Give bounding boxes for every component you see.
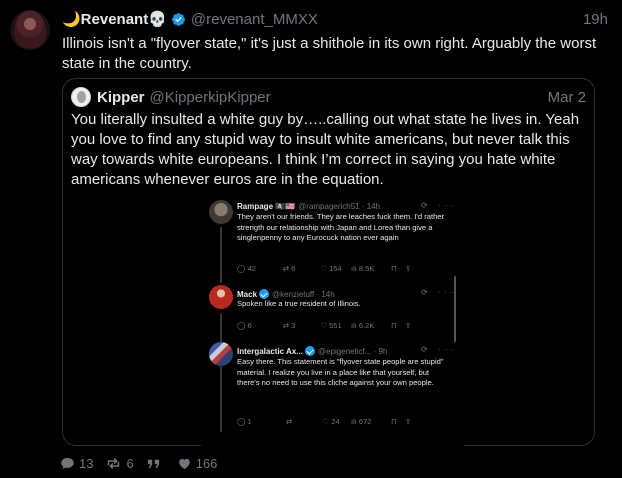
reply-handle: @kenzietuff · 14h (272, 289, 335, 299)
repost-count: 6 (126, 456, 134, 471)
reply-avatar (209, 342, 233, 366)
tweet-header: 🌙Revenant💀 @revenant_MMXX 19h (62, 10, 608, 29)
reply-name: Mack (237, 289, 258, 299)
quoted-tweet-card[interactable]: Kipper @KipperkipKipper Mar 2 You litera… (62, 78, 595, 447)
bookmark-icon: ⊓ (391, 417, 397, 426)
like-icon: ♡ 551 (320, 321, 342, 330)
reply-grok-more-icons: ⟳ ··· (421, 201, 458, 210)
quote-icon (147, 459, 159, 468)
tweet-text: Illinois isn't a "flyover state," it's j… (62, 35, 597, 72)
verified-badge-icon (259, 289, 270, 299)
reply-icon: ◯ 6 (237, 321, 252, 330)
reply-handle: @epigeneticf... · 9h (317, 346, 388, 356)
like-icon: ♡ 154 (320, 264, 342, 273)
reply-text: Easy there. This statement is "flyover s… (237, 357, 444, 388)
reply-header: Intergalactic Ax... @epigeneticf... · 9h (237, 346, 387, 356)
quoted-tweet-text: You literally insulted a white guy by…..… (71, 111, 580, 188)
share-icon: ⇪ (405, 417, 412, 426)
reply-grok-more-icons: ⟳ ··· (421, 345, 458, 354)
quote-button[interactable] (146, 456, 165, 471)
reply-handle: @rampagerich51 · 14h (298, 202, 381, 211)
like-icon (178, 458, 190, 470)
reply-actions: ◯ 6 ⇄ 3 ♡ 551 ılı 6.2K ⊓ ⇪ (237, 321, 457, 330)
quoted-tweet-timestamp: Mar 2 (547, 88, 586, 106)
author-display-name[interactable]: 🌙Revenant💀 (62, 10, 167, 28)
reply-actions: ◯ 1 ⇄ ♡ 24 ılı 672 ⊓ ⇪ (237, 417, 457, 426)
reply-avatar (209, 285, 233, 309)
reply-grok-more-icons: ⟳ ··· (421, 288, 458, 297)
author-avatar[interactable] (10, 10, 50, 50)
reply-icon: ◯ 1 (237, 417, 252, 426)
repost-icon: ⇄ 3 (282, 321, 296, 330)
share-icon: ⇪ (405, 321, 412, 330)
bookmark-icon: ⊓ (391, 321, 397, 330)
reply-avatar (209, 200, 233, 224)
quoted-author-display-name: Kipper (97, 88, 145, 106)
reply-actions: ◯ 42 ⇄ 6 ♡ 154 ılı 8.5K ⊓ ⇪ (237, 264, 457, 273)
repost-icon: ⇄ 6 (282, 264, 296, 273)
quoted-author-handle: @KipperkipKipper (149, 88, 271, 106)
reply-icon (61, 457, 74, 470)
repost-icon (108, 457, 120, 470)
like-count: 166 (195, 456, 218, 471)
screenshot-scrollbar (454, 276, 456, 342)
engagement-bar: 13 6 166 (60, 456, 229, 471)
attached-screenshot-image[interactable]: Rampage 🏴‍☠️🇺🇸 @rampagerich51 · 14h ⟳ ··… (201, 191, 464, 447)
verified-badge-icon (171, 12, 185, 26)
views-icon: ılı 672 (351, 417, 372, 426)
reply-icon: ◯ 42 (237, 264, 256, 273)
reply-text: They aren't our friends. They are leache… (237, 212, 445, 243)
like-icon: ♡ 24 (322, 417, 340, 426)
repost-icon: ⇄ (285, 417, 293, 426)
reply-name: Rampage 🏴‍☠️🇺🇸 (237, 202, 296, 211)
views-icon: ılı 8.5K (351, 264, 375, 273)
verified-badge-icon (304, 346, 315, 356)
quoted-tweet-header: Kipper @KipperkipKipper Mar 2 (71, 87, 586, 107)
author-handle[interactable]: @revenant_MMXX (191, 11, 318, 28)
reply-count-button[interactable]: 13 (60, 456, 93, 471)
reply-name: Intergalactic Ax... (237, 346, 303, 356)
thread-line (220, 314, 222, 432)
reply-text: Spoken like a true resident of Illinois. (237, 299, 361, 308)
tweet-timestamp[interactable]: 19h (583, 11, 608, 28)
like-count-button[interactable]: 166 (177, 456, 218, 471)
share-icon: ⇪ (405, 264, 412, 273)
repost-count-button[interactable]: 6 (105, 456, 134, 471)
bookmark-icon: ⊓ (391, 264, 397, 273)
quoted-author-avatar (71, 87, 91, 107)
reply-count: 13 (79, 456, 94, 471)
reply-header: Rampage 🏴‍☠️🇺🇸 @rampagerich51 · 14h (237, 202, 380, 211)
reply-header: Mack @kenzietuff · 14h (237, 289, 335, 299)
thread-line (220, 227, 222, 283)
views-icon: ılı 6.2K (351, 321, 375, 330)
